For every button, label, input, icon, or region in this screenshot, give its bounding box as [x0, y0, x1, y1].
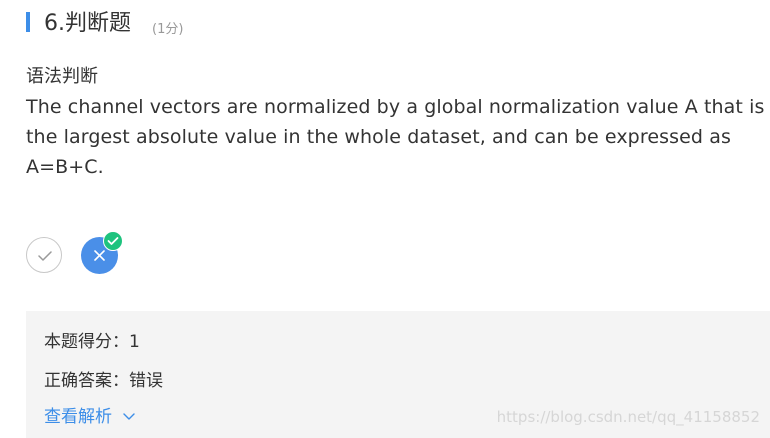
question-score: (1分) [152, 22, 184, 37]
result-panel: 本题得分：1 正确答案：错误 查看解析 https://blog.csdn.ne… [26, 311, 770, 438]
title-accent-bar [26, 12, 30, 32]
true-option-button[interactable] [26, 237, 62, 273]
view-analysis-link[interactable]: 查看解析 [44, 402, 136, 427]
watermark-text: https://blog.csdn.net/qq_41158852 [496, 408, 760, 426]
check-circle-icon [107, 237, 119, 245]
question-title: 6.判断题 [44, 11, 131, 36]
question-type-label: 语法判断 [26, 66, 98, 87]
checkmark-icon [38, 251, 52, 261]
correct-answer: 正确答案：错误 [44, 371, 163, 391]
view-analysis-label: 查看解析 [44, 407, 112, 427]
correct-badge [103, 231, 123, 251]
chevron-down-icon [123, 413, 136, 420]
score-result: 本题得分：1 [44, 332, 140, 352]
question-text: The channel vectors are normalized by a … [26, 96, 765, 178]
cross-icon [94, 250, 105, 261]
